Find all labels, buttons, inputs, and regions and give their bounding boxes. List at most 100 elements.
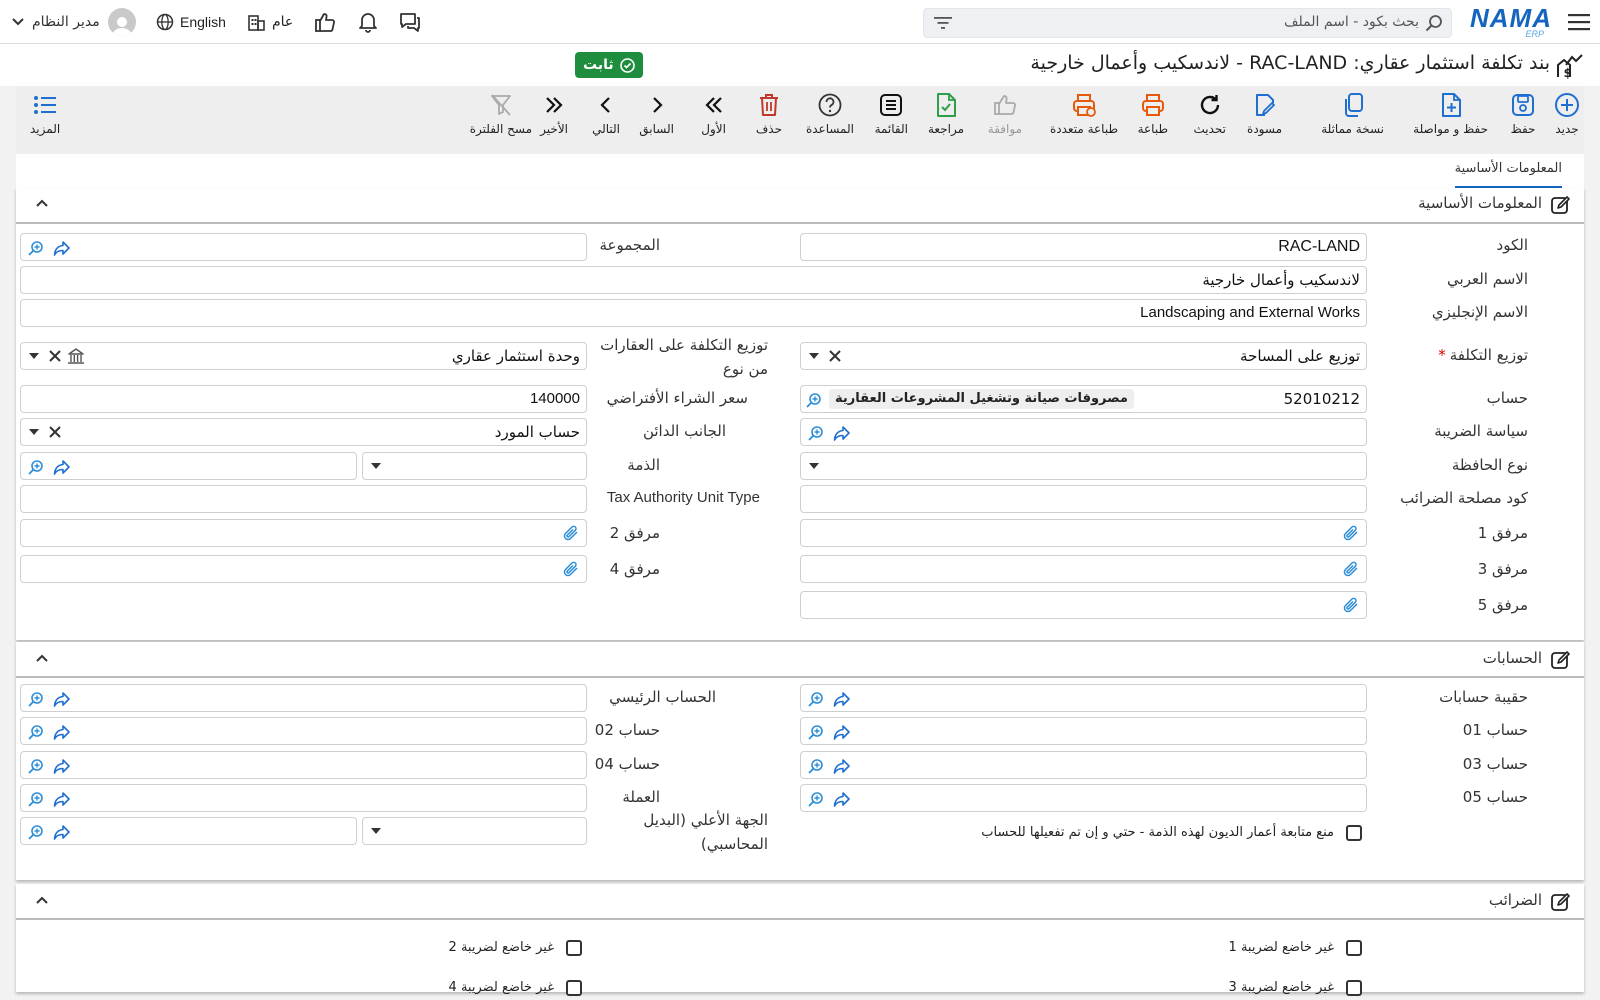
bell-icon[interactable] [356,0,378,44]
delete-button[interactable]: حذف [756,92,782,136]
caret-down-icon[interactable] [809,353,819,359]
tax-exempt-3-checkbox[interactable] [1346,980,1362,996]
more-button[interactable]: المزيد [30,92,60,136]
chat-icon[interactable] [398,0,422,44]
main-account-field[interactable] [20,684,587,712]
purchase-price-field[interactable]: 140000 [20,385,587,413]
previous-button[interactable]: السابق [639,92,674,136]
save-button[interactable]: حفظ [1510,92,1536,136]
cost-distribution-select[interactable]: توزيع على المساحة [800,342,1367,370]
share-arrow-icon[interactable] [53,757,71,775]
attachment4-field[interactable] [20,555,587,583]
caret-down-icon[interactable] [809,463,819,469]
section-header[interactable]: الضرائب [16,884,1584,918]
account-field[interactable]: 52010212 مصروفات صيانة وتشغيل المشروعات … [800,385,1367,413]
draft-button[interactable]: مسودة [1247,92,1282,136]
clear-filter-button[interactable]: مسح الفلترة [470,92,532,136]
account03-field[interactable] [800,751,1367,779]
attachment5-field[interactable] [800,591,1367,619]
share-arrow-icon[interactable] [53,239,71,257]
paperclip-icon[interactable] [562,524,580,542]
hamburger-menu-icon[interactable] [1564,0,1590,44]
first-button[interactable]: الأول [701,92,726,136]
next-button[interactable]: التالي [592,92,620,136]
share-arrow-icon[interactable] [833,690,851,708]
share-arrow-icon[interactable] [833,723,851,741]
share-arrow-icon[interactable] [53,823,71,841]
attachment3-field[interactable] [800,555,1367,583]
share-arrow-icon[interactable] [53,458,71,476]
help-button[interactable]: المساعدة [806,92,854,136]
language-switch[interactable]: English [156,0,226,44]
clear-icon[interactable] [49,426,61,438]
group-field[interactable] [20,233,587,261]
user-menu[interactable]: مدير النظام [12,0,136,44]
logo[interactable]: NAMA ERP [1470,0,1552,44]
chevron-up-icon[interactable] [36,654,48,662]
duplicate-button[interactable]: نسخة مماثلة [1321,92,1384,136]
section-header[interactable]: المعلومات الأساسية [16,188,1584,222]
chevron-up-icon[interactable] [36,896,48,904]
review-button[interactable]: مراجعة [928,92,964,136]
tax-exempt-4-checkbox[interactable] [566,980,582,996]
list-button[interactable]: القائمة [875,92,908,136]
clear-icon[interactable] [829,350,841,362]
multi-print-button[interactable]: طباعة متعددة [1050,92,1118,136]
arabic-name-field[interactable]: لاندسكيب وأعمال خارجية [20,266,1367,294]
search-plus-icon[interactable] [807,757,825,775]
account01-field[interactable] [800,717,1367,745]
search-plus-icon[interactable] [27,790,45,808]
caret-down-icon[interactable] [29,429,39,435]
share-arrow-icon[interactable] [53,690,71,708]
new-button[interactable]: جديد [1554,92,1580,136]
caret-down-icon[interactable] [371,828,381,834]
share-arrow-icon[interactable] [53,723,71,741]
creditor-side-select[interactable]: حساب المورد [20,418,587,446]
attachment2-field[interactable] [20,519,587,547]
clear-icon[interactable] [49,350,61,362]
last-button[interactable]: الأخير [540,92,568,136]
tax-authority-code-field[interactable] [800,485,1367,513]
share-arrow-icon[interactable] [833,790,851,808]
caret-down-icon[interactable] [371,463,381,469]
thumbs-up-icon[interactable] [314,0,336,44]
search-plus-icon[interactable] [27,458,45,476]
tab-basic-info[interactable]: المعلومات الأساسية [1454,160,1562,188]
search-plus-icon[interactable] [27,239,45,257]
higher-entity-type-select[interactable] [362,817,587,845]
account04-field[interactable] [20,751,587,779]
tax-exempt-2-checkbox[interactable] [566,940,582,956]
search-plus-icon[interactable] [27,757,45,775]
accounts-bag-field[interactable] [800,684,1367,712]
search-plus-icon[interactable] [27,823,45,841]
search-plus-icon[interactable] [807,723,825,741]
approve-button[interactable]: موافقة [988,92,1022,136]
tax-authority-unit-type-field[interactable] [20,485,587,513]
share-arrow-icon[interactable] [53,790,71,808]
account02-field[interactable] [20,717,587,745]
higher-entity-field[interactable] [20,817,357,845]
search-plus-icon[interactable] [807,690,825,708]
liability-type-select[interactable] [362,452,587,480]
attachment1-field[interactable] [800,519,1367,547]
liability-field[interactable] [20,452,357,480]
portfolio-type-select[interactable] [800,452,1367,480]
search-plus-icon[interactable] [805,391,823,409]
paperclip-icon[interactable] [1342,560,1360,578]
search-plus-icon[interactable] [27,723,45,741]
code-field[interactable]: RAC-LAND [800,233,1367,261]
english-name-field[interactable]: Landscaping and External Works [20,299,1367,327]
save-continue-button[interactable]: حفظ و مواصلة [1413,92,1488,136]
chevron-up-icon[interactable] [36,199,48,207]
refresh-button[interactable]: تحديث [1193,92,1226,136]
tax-policy-field[interactable] [800,418,1367,446]
search-input[interactable]: بحث بكود - اسم الملف [923,8,1452,38]
prevent-aging-checkbox[interactable] [1346,825,1362,841]
branch-selector[interactable]: عام [246,0,293,44]
paperclip-icon[interactable] [562,560,580,578]
search-plus-icon[interactable] [27,690,45,708]
paperclip-icon[interactable] [1342,524,1360,542]
section-header[interactable]: الحسابات [16,642,1584,676]
filter-icon[interactable] [934,16,952,30]
search-plus-icon[interactable] [807,424,825,442]
